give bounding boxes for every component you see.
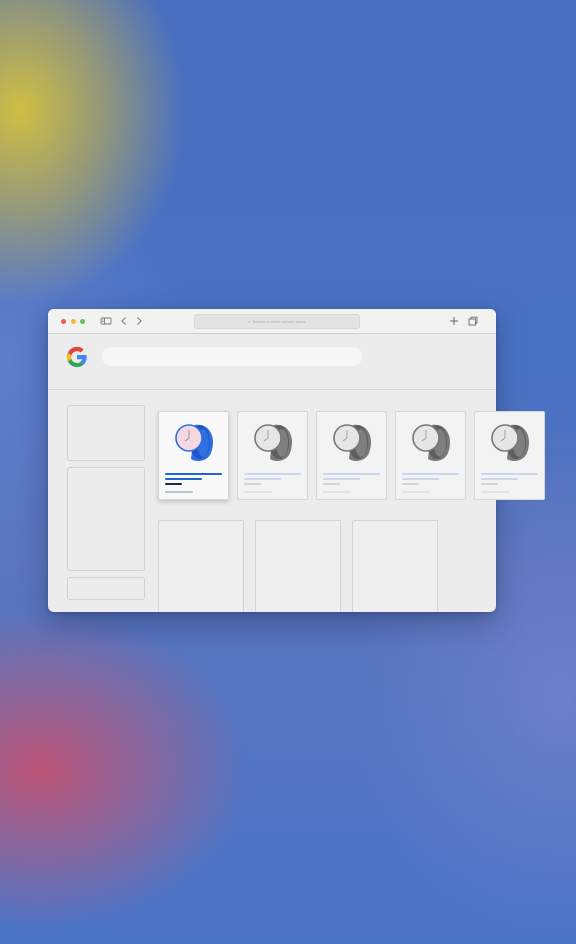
product-price-bar <box>165 483 182 485</box>
result-card[interactable] <box>352 520 438 612</box>
filter-panel-top <box>67 405 145 461</box>
close-window-button[interactable] <box>61 319 66 324</box>
browser-window: ⌕ Search or enter website name <box>48 309 496 612</box>
product-title-bar <box>323 473 380 475</box>
product-price-bar <box>323 483 340 485</box>
product-price-bar <box>244 483 261 485</box>
search-header <box>48 334 496 390</box>
search-icon: ⌕ <box>248 319 251 324</box>
gray-watch-icon <box>254 424 293 461</box>
blue-watch-icon <box>175 424 214 461</box>
result-card[interactable] <box>255 520 341 612</box>
result-card[interactable] <box>158 520 244 612</box>
product-price-bar <box>402 483 419 485</box>
product-meta-bar <box>165 491 193 493</box>
back-arrow-icon[interactable] <box>118 315 130 327</box>
product-title-bar <box>165 473 222 475</box>
product-title-bar <box>402 473 459 475</box>
product-card[interactable] <box>474 411 545 500</box>
new-tab-icon[interactable] <box>448 315 460 327</box>
filter-panel-middle <box>67 467 145 571</box>
gray-watch-icon <box>491 424 530 461</box>
product-subtitle-bar <box>481 478 518 480</box>
sidebar-icon[interactable] <box>100 315 112 327</box>
product-title-bar <box>244 473 301 475</box>
product-title-bar <box>481 473 538 475</box>
product-price-bar <box>481 483 498 485</box>
gray-watch-icon <box>333 424 372 461</box>
address-placeholder: Search or enter website name <box>252 319 306 324</box>
product-card[interactable] <box>395 411 466 500</box>
product-card[interactable] <box>316 411 387 500</box>
forward-arrow-icon[interactable] <box>133 315 145 327</box>
product-subtitle-bar <box>402 478 439 480</box>
product-subtitle-bar <box>165 478 202 480</box>
tabs-overview-icon[interactable] <box>467 315 479 327</box>
product-card[interactable] <box>158 411 229 500</box>
browser-toolbar: ⌕ Search or enter website name <box>48 309 496 334</box>
google-logo-icon[interactable] <box>66 346 88 368</box>
gray-watch-icon <box>412 424 451 461</box>
product-meta-bar <box>402 491 430 493</box>
maximize-window-button[interactable] <box>80 319 85 324</box>
product-meta-bar <box>323 491 351 493</box>
product-meta-bar <box>244 491 272 493</box>
product-subtitle-bar <box>244 478 281 480</box>
minimize-window-button[interactable] <box>71 319 76 324</box>
search-input[interactable] <box>102 347 362 366</box>
product-subtitle-bar <box>323 478 360 480</box>
filter-panel-bottom <box>67 577 145 600</box>
address-bar[interactable]: ⌕ Search or enter website name <box>194 314 360 329</box>
product-card[interactable] <box>237 411 308 500</box>
product-meta-bar <box>481 491 509 493</box>
